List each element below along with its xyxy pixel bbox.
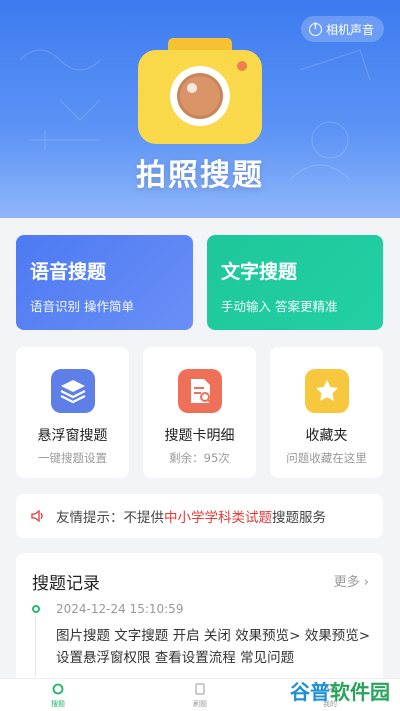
friendly-tip-banner: 友情提示：不提供 中小学学科类试题 搜题服务 <box>16 494 383 538</box>
camera-sound-button[interactable]: 相机声音 <box>300 16 384 42</box>
text-search-title: 文字搜题 <box>221 261 298 283</box>
tab-home-label: 搜题 <box>51 700 65 708</box>
layers-icon <box>50 369 95 413</box>
record-time: 2024-12-24 15:10:59 <box>56 602 184 616</box>
document-search-icon <box>177 369 222 413</box>
timeline-line <box>35 617 36 677</box>
hero-banner: 相机声音 拍照搜题 <box>0 0 400 218</box>
camera-sound-label: 相机声音 <box>325 22 374 37</box>
favorites-subtitle: 问题收藏在这里 <box>286 451 367 465</box>
speaker-icon <box>31 509 43 523</box>
voice-search-title: 语音搜题 <box>30 261 107 283</box>
camera-icon[interactable] <box>138 38 262 144</box>
records-more-link[interactable]: 更多 › <box>334 571 369 590</box>
tab-home[interactable]: 搜题 <box>28 683 88 709</box>
watermark-part1: 谷普 <box>290 680 330 704</box>
text-search-subtitle: 手动输入 答案更精准 <box>221 299 338 314</box>
search-records-panel: 搜题记录 更多 › 2024-12-24 15:10:59 图片搜题 文字搜题 … <box>16 553 383 693</box>
tab-practice[interactable]: 刷题 <box>170 683 230 709</box>
favorites-title: 收藏夹 <box>305 428 348 444</box>
tip-prefix: 友情提示：不提供 <box>56 510 164 526</box>
page-title: 拍照搜题 <box>136 158 264 193</box>
favorites-card[interactable]: 收藏夹 问题收藏在这里 <box>270 347 383 478</box>
float-window-title: 悬浮窗搜题 <box>37 428 108 444</box>
tab-practice-label: 刷题 <box>193 700 207 708</box>
tip-highlight: 中小学学科类试题 <box>164 510 272 526</box>
float-window-card[interactable]: 悬浮窗搜题 一键搜题设置 <box>16 347 129 478</box>
records-title: 搜题记录 <box>32 574 100 594</box>
watermark-part2: 软件园 <box>330 680 390 704</box>
search-card-remaining: 剩余：95次 <box>169 451 230 465</box>
voice-search-card[interactable]: 语音搜题 语音识别 操作简单 <box>16 235 193 330</box>
tip-suffix: 搜题服务 <box>272 510 326 526</box>
search-card-detail-card[interactable]: 搜题卡明细 剩余：95次 <box>143 347 256 478</box>
text-search-card[interactable]: 文字搜题 手动输入 答案更精准 <box>207 235 383 330</box>
chevron-right-icon: › <box>363 575 369 590</box>
document-icon <box>195 683 205 695</box>
star-icon <box>304 369 349 413</box>
search-card-title: 搜题卡明细 <box>164 428 235 444</box>
records-more-label: 更多 <box>333 575 360 590</box>
timeline-dot <box>32 605 40 613</box>
watermark-logo: 谷普软件园 <box>290 676 390 705</box>
record-text[interactable]: 图片搜题 文字搜题 开启 关闭 效果预览> 效果预览> 设置悬浮窗权限 查看设置… <box>56 625 374 669</box>
voice-search-subtitle: 语音识别 操作简单 <box>30 299 134 314</box>
search-home-icon <box>52 683 64 695</box>
float-window-subtitle: 一键搜题设置 <box>38 451 107 465</box>
info-icon <box>308 22 322 36</box>
